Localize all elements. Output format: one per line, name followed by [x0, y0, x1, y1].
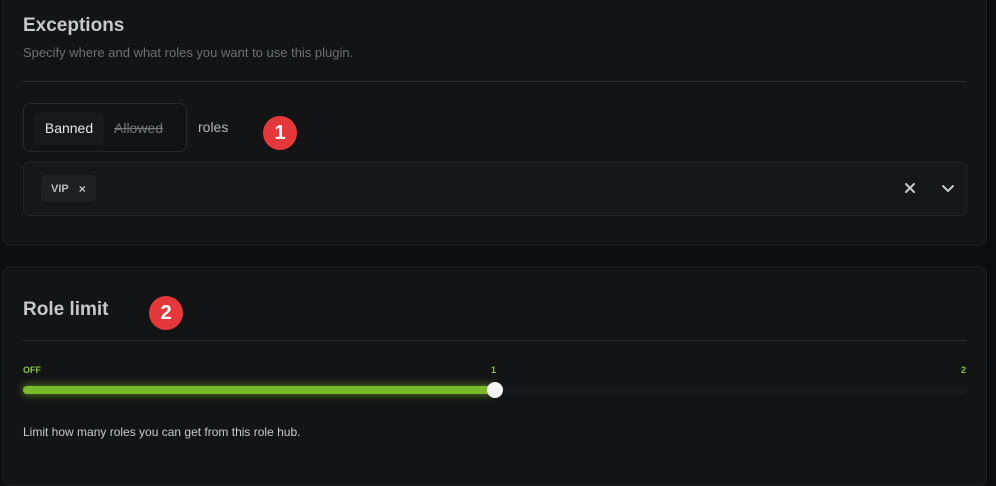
divider [23, 340, 967, 341]
exceptions-title: Exceptions [23, 15, 125, 36]
roles-label: roles [198, 119, 229, 135]
exceptions-card: Exceptions Specify where and what roles … [2, 0, 987, 246]
role-chip-vip: VIP × [41, 175, 96, 202]
role-limit-card: Role limit 2 OFF 1 2 Limit how many role… [2, 266, 987, 486]
divider [23, 81, 967, 82]
allowed-option[interactable]: Allowed [114, 112, 163, 145]
exceptions-subtitle: Specify where and what roles you want to… [23, 45, 354, 60]
slider-thumb[interactable] [487, 382, 503, 398]
clear-icon[interactable] [902, 180, 918, 196]
annotation-badge-2: 2 [149, 296, 183, 330]
roles-select[interactable]: VIP × [23, 162, 967, 216]
banned-option[interactable]: Banned [34, 112, 104, 145]
slider-max-label: 2 [960, 365, 966, 375]
chevron-down-icon[interactable] [940, 180, 956, 196]
annotation-badge-1: 1 [263, 116, 297, 150]
role-chip-label: VIP [51, 182, 69, 195]
slider-current-label: 1 [491, 365, 497, 375]
role-limit-slider[interactable] [23, 382, 967, 398]
mode-toggle: Banned Allowed [23, 103, 187, 152]
chip-remove-icon[interactable]: × [79, 182, 86, 196]
role-limit-title: Role limit [23, 299, 109, 320]
slider-min-label: OFF [23, 365, 41, 375]
slider-fill [23, 386, 495, 394]
role-limit-help: Limit how many roles you can get from th… [23, 425, 301, 439]
